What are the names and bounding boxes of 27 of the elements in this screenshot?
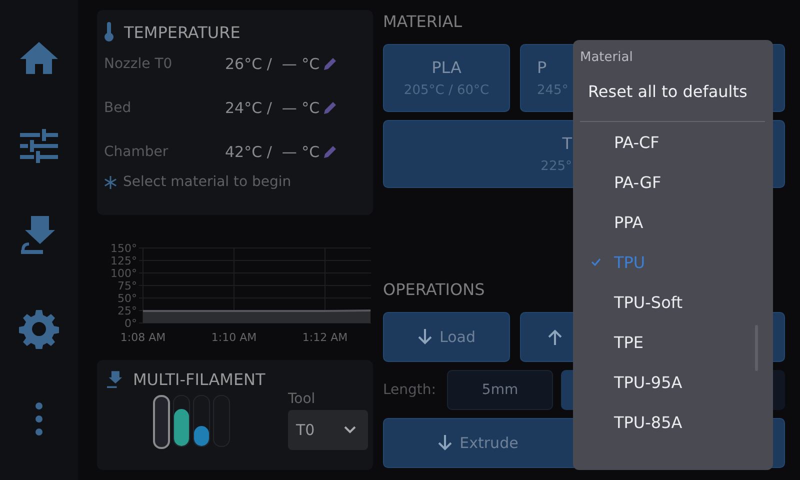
hint-text: Select material to begin [123,174,292,190]
y-tick-label: 100° [110,267,137,280]
x-tick-label: 1:08 AM [120,331,166,344]
y-tick-label: 150° [110,242,137,255]
menu-header: Material [580,50,634,65]
temperature-label: Bed [104,100,132,116]
y-tick-label: 25° [118,304,137,318]
current-temperature: 26°C / [225,55,272,73]
card-title: MULTI-FILAMENT [133,370,266,389]
target-temperature: — °C [282,99,320,117]
y-tick-label: 0° [124,317,137,330]
current-temperature: 24°C / [225,99,272,117]
length-label: Length: [383,382,438,398]
x-tick-label: 1:10 AM [211,331,257,344]
card-title: TEMPERATURE [124,22,240,42]
y-tick-label: 75° [118,280,137,292]
temperature-label: Nozzle T0 [104,56,174,72]
tool-label: Tool [288,391,316,407]
x-tick-label: 1:12 AM [302,331,348,344]
y-tick-label: 125° [110,254,137,268]
y-tick-label: 50° [118,292,137,305]
target-temperature: — °C [282,55,320,73]
target-temperature: — °C [282,143,320,161]
section-title: MATERIAL [383,12,464,32]
temperature-label: Chamber [104,144,170,160]
current-temperature: 42°C / [225,143,272,161]
section-title: OPERATIONS [383,280,486,300]
